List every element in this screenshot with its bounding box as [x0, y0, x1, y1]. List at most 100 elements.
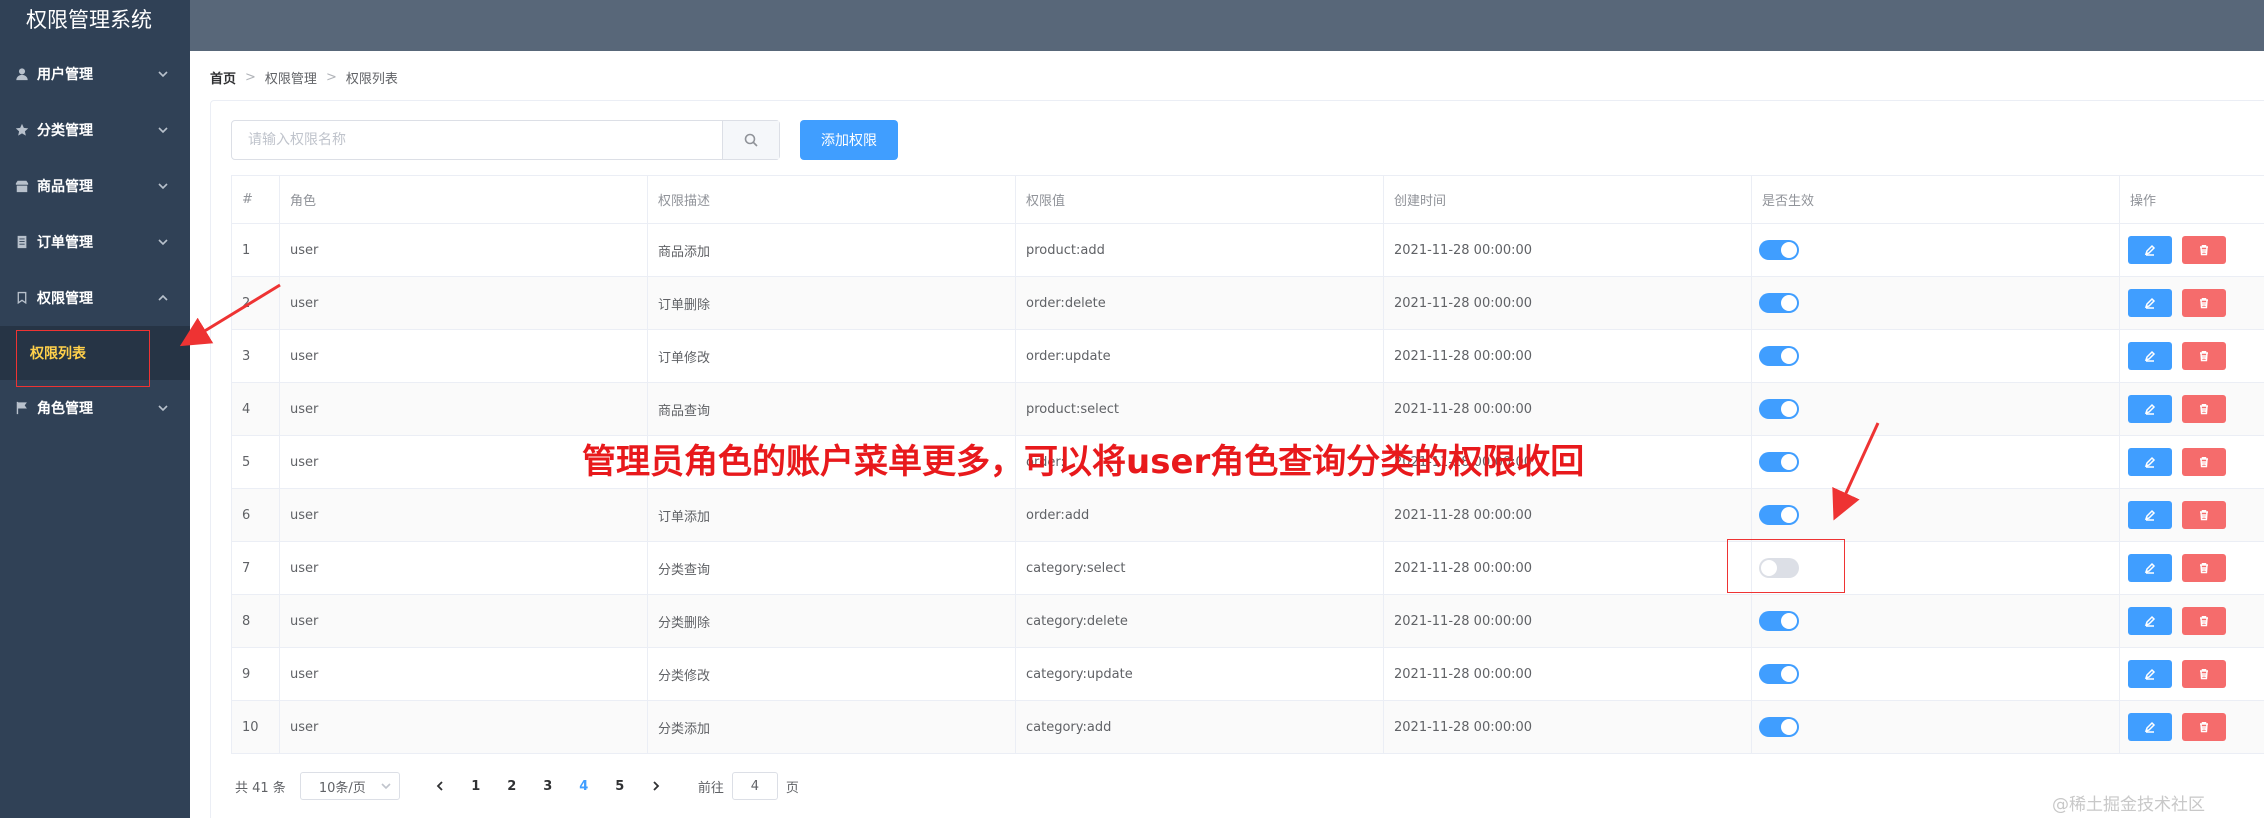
- header-bar: [190, 0, 2264, 51]
- delete-button[interactable]: [2182, 342, 2226, 370]
- sidebar-item-label: 用户管理: [37, 67, 93, 83]
- sidebar-item-order-management[interactable]: 订单管理: [0, 214, 190, 270]
- edit-button[interactable]: [2128, 554, 2172, 582]
- cell-actions: [2119, 276, 2264, 330]
- breadcrumb-separator: >: [245, 70, 256, 85]
- app-title: 权限管理系统: [26, 8, 152, 32]
- enabled-toggle[interactable]: [1759, 664, 1799, 684]
- table-row: 6 user 订单添加 order:add 2021-11-28 00:00:00: [231, 488, 2264, 542]
- sidebar-item-category-management[interactable]: 分类管理: [0, 102, 190, 158]
- cell-description: 订单删除: [647, 276, 1016, 330]
- add-permission-button[interactable]: 添加权限: [800, 120, 898, 160]
- edit-button[interactable]: [2128, 236, 2172, 264]
- bookmark-icon: [14, 290, 30, 306]
- table-header-row: # 角色 权限描述 权限值 创建时间 是否生效 操作: [231, 175, 2264, 224]
- goto-suffix: 页: [785, 780, 799, 796]
- delete-button[interactable]: [2182, 607, 2226, 635]
- column-header-actions: 操作: [2119, 175, 2264, 224]
- cell-description: 商品添加: [647, 223, 1016, 277]
- delete-button[interactable]: [2182, 448, 2226, 476]
- enabled-toggle[interactable]: [1759, 611, 1799, 631]
- enabled-toggle[interactable]: [1759, 399, 1799, 419]
- enabled-toggle[interactable]: [1759, 717, 1799, 737]
- edit-button[interactable]: [2128, 660, 2172, 688]
- delete-button[interactable]: [2182, 554, 2226, 582]
- sidebar-item-label: 角色管理: [37, 401, 93, 417]
- page-number-active[interactable]: 4: [566, 779, 602, 794]
- cell-value: category:update: [1015, 647, 1384, 701]
- page-number[interactable]: 1: [458, 779, 494, 794]
- toggle-knob: [1781, 719, 1797, 735]
- cell-actions: [2119, 382, 2264, 436]
- cell-actions: [2119, 223, 2264, 277]
- toggle-knob: [1781, 454, 1797, 470]
- search-button[interactable]: [722, 121, 779, 159]
- cell-index: 2: [231, 276, 280, 330]
- page-number[interactable]: 2: [494, 779, 530, 794]
- page-size-select[interactable]: 10条/页: [299, 772, 400, 800]
- cell-index: 6: [231, 488, 280, 542]
- delete-icon: [2200, 669, 2208, 680]
- column-header-enabled: 是否生效: [1751, 175, 2120, 224]
- edit-icon: [2144, 403, 2156, 415]
- delete-button[interactable]: [2182, 289, 2226, 317]
- cell-role: user: [279, 594, 648, 648]
- column-header-created: 创建时间: [1383, 175, 1752, 224]
- goto-page-input[interactable]: [731, 772, 778, 800]
- page-number[interactable]: 5: [602, 779, 638, 794]
- user-icon: [14, 66, 30, 82]
- enabled-toggle[interactable]: [1759, 293, 1799, 313]
- delete-button[interactable]: [2182, 236, 2226, 264]
- cell-created: 2021-11-28 00:00:00: [1383, 541, 1752, 595]
- edit-button[interactable]: [2128, 395, 2172, 423]
- edit-button[interactable]: [2128, 342, 2172, 370]
- chevron-down-icon: [158, 235, 168, 246]
- sidebar-item-product-management[interactable]: 商品管理: [0, 158, 190, 214]
- column-header-index: #: [231, 175, 280, 224]
- search-icon: [744, 133, 758, 147]
- page-number[interactable]: 3: [530, 779, 566, 794]
- cell-description: 分类查询: [647, 541, 1016, 595]
- table-row: 10 user 分类添加 category:add 2021-11-28 00:00:0…: [231, 700, 2264, 754]
- sidebar-item-role-management[interactable]: 角色管理: [0, 380, 190, 436]
- sidebar-item-permission-management[interactable]: 权限管理: [0, 270, 190, 326]
- edit-button[interactable]: [2128, 448, 2172, 476]
- cell-value: product:add: [1015, 223, 1384, 277]
- sidebar-item-label: 商品管理: [37, 179, 93, 195]
- table-row: 4 user 商品查询 product:select 2021-11-28 00:00:…: [231, 382, 2264, 436]
- delete-button[interactable]: [2182, 501, 2226, 529]
- enabled-toggle[interactable]: [1759, 240, 1799, 260]
- sidebar-item-user-management[interactable]: 用户管理: [0, 46, 190, 102]
- cell-created: 2021-11-28 00:00:00: [1383, 647, 1752, 701]
- cell-value: category:add: [1015, 700, 1384, 754]
- breadcrumb-home[interactable]: 首页: [210, 68, 236, 87]
- next-page-button[interactable]: [638, 781, 674, 791]
- chevron-down-icon: [158, 179, 168, 190]
- enabled-toggle[interactable]: [1759, 346, 1799, 366]
- edit-button[interactable]: [2128, 713, 2172, 741]
- edit-button[interactable]: [2128, 289, 2172, 317]
- table-row: 3 user 订单修改 order:update 2021-11-28 00:00:00: [231, 329, 2264, 383]
- flag-icon: [14, 400, 30, 416]
- cell-enabled: [1751, 276, 2120, 330]
- cell-index: 8: [231, 594, 280, 648]
- delete-icon: [2200, 298, 2208, 309]
- toggle-knob: [1781, 613, 1797, 629]
- cell-role: user: [279, 488, 648, 542]
- enabled-toggle[interactable]: [1759, 505, 1799, 525]
- search-box: [231, 120, 780, 160]
- column-header-description: 权限描述: [647, 175, 1016, 224]
- enabled-toggle[interactable]: [1759, 452, 1799, 472]
- breadcrumb-item: 权限管理: [264, 72, 317, 87]
- search-input[interactable]: [232, 121, 722, 159]
- edit-button[interactable]: [2128, 501, 2172, 529]
- cell-created: 2021-11-28 00:00:00: [1383, 488, 1752, 542]
- cell-role: user: [279, 700, 648, 754]
- cell-value: order:add: [1015, 488, 1384, 542]
- prev-page-button[interactable]: [422, 781, 458, 791]
- delete-button[interactable]: [2182, 713, 2226, 741]
- cell-enabled: [1751, 647, 2120, 701]
- delete-button[interactable]: [2182, 660, 2226, 688]
- delete-button[interactable]: [2182, 395, 2226, 423]
- edit-button[interactable]: [2128, 607, 2172, 635]
